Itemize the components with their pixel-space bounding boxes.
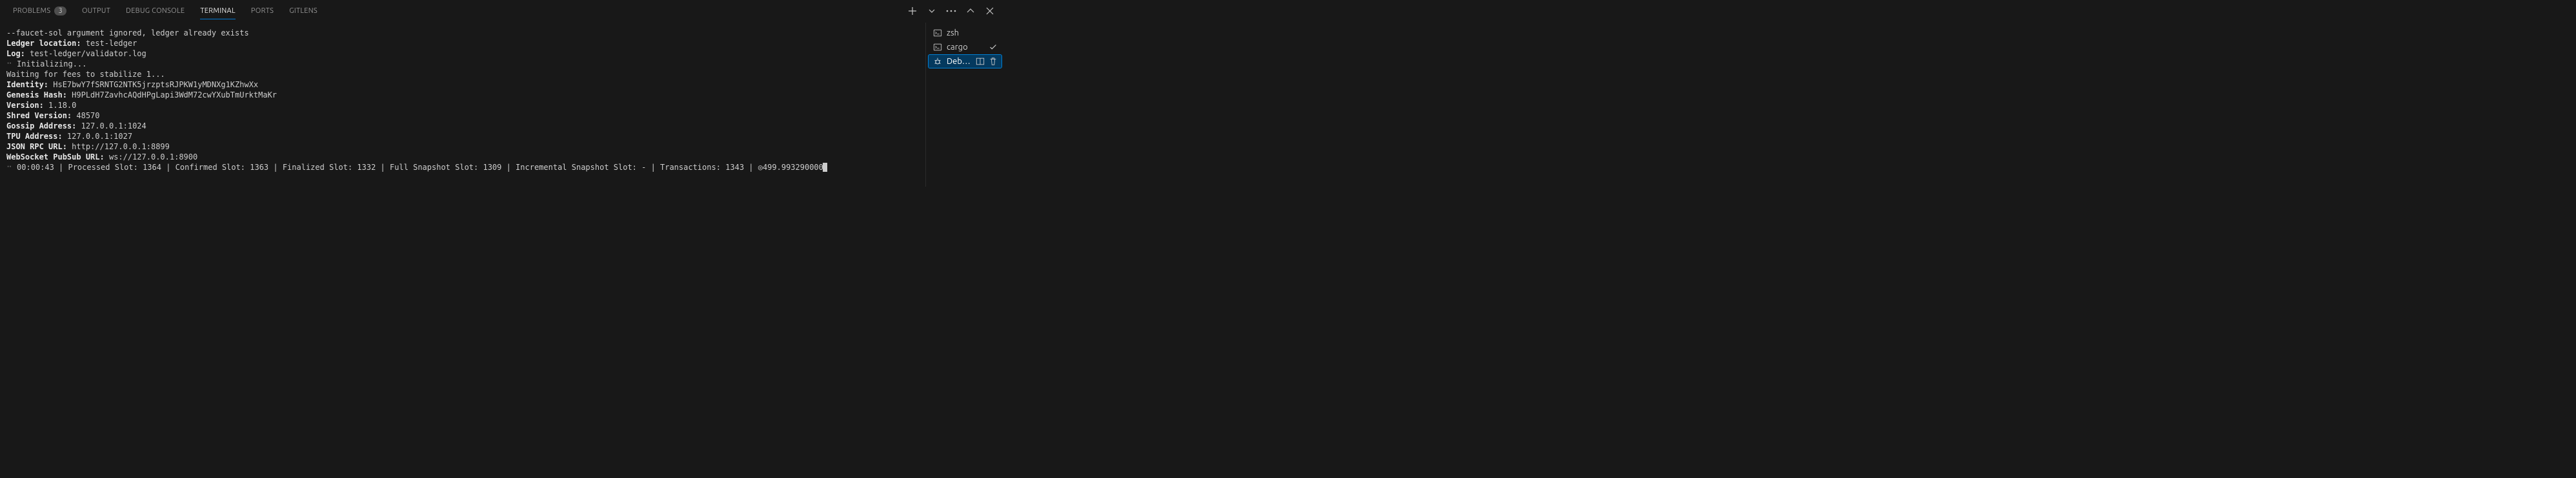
- terminal-line: 00:00:43 | Processed Slot: 1364 | Confir…: [17, 163, 823, 172]
- terminal-line: --faucet-sol argument ignored, ledger al…: [6, 28, 249, 37]
- terminal-list-item-debug[interactable]: Deb…: [929, 55, 1001, 68]
- terminal-output[interactable]: --faucet-sol argument ignored, ledger al…: [0, 23, 925, 187]
- terminal-label: Log:: [6, 49, 25, 58]
- terminal-label: Version:: [6, 101, 44, 110]
- spinner-icon: ⠒: [6, 59, 17, 68]
- terminal-label: Shred Version:: [6, 111, 72, 120]
- terminal-label: Ledger location:: [6, 39, 81, 48]
- more-actions-icon[interactable]: [946, 6, 956, 16]
- terminal-label: Gossip Address:: [6, 121, 76, 130]
- terminal-value: 1.18.0: [44, 101, 77, 110]
- panel-header-actions: [907, 6, 999, 16]
- debug-icon: [932, 56, 943, 67]
- terminal-icon: [932, 28, 943, 38]
- tab-output-label: Output: [82, 7, 110, 15]
- split-terminal-icon[interactable]: [976, 57, 985, 66]
- tab-debug-console[interactable]: Debug Console: [118, 3, 192, 19]
- terminal-list-label: cargo: [947, 43, 968, 52]
- check-icon: [989, 43, 998, 52]
- terminal-list-label: Deb…: [947, 57, 971, 66]
- terminal-sidebar: zsh cargo Deb…: [925, 23, 1004, 187]
- new-terminal-button[interactable]: [907, 6, 918, 16]
- terminal-list-item-zsh[interactable]: zsh: [929, 26, 1001, 39]
- terminal-value: test-ledger: [81, 39, 137, 48]
- panel-header: Problems 3 Output Debug Console Terminal…: [0, 0, 1004, 23]
- trash-icon[interactable]: [989, 57, 998, 66]
- terminal-value: test-ledger/validator.log: [25, 49, 146, 58]
- tab-problems[interactable]: Problems 3: [5, 3, 74, 20]
- tab-terminal-label: Terminal: [200, 7, 236, 15]
- terminal-list-label: zsh: [947, 28, 959, 37]
- maximize-panel-icon[interactable]: [965, 6, 976, 16]
- terminal-label: WebSocket PubSub URL:: [6, 152, 105, 161]
- cursor-icon: [823, 163, 827, 172]
- terminal-list-item-cargo[interactable]: cargo: [929, 41, 1001, 54]
- terminal-dropdown-icon[interactable]: [927, 6, 937, 16]
- terminal-value: 127.0.0.1:1027: [63, 132, 132, 141]
- tab-ports[interactable]: Ports: [243, 3, 281, 19]
- tab-ports-label: Ports: [251, 7, 274, 15]
- tab-output[interactable]: Output: [74, 3, 118, 19]
- tab-terminal[interactable]: Terminal: [192, 3, 243, 19]
- terminal-value: http://127.0.0.1:8899: [67, 142, 170, 151]
- terminal-label: TPU Address:: [6, 132, 63, 141]
- tab-gitlens-label: GitLens: [289, 7, 317, 15]
- terminal-value: ws://127.0.0.1:8900: [105, 152, 198, 161]
- tab-problems-badge: 3: [54, 6, 66, 16]
- terminal-value: HsE7bwY7fSRNTG2NTK5jrzptsRJPKW1yMDNXg1KZ…: [48, 80, 258, 89]
- terminal-line: Initializing...: [17, 59, 86, 68]
- terminal-icon: [932, 42, 943, 52]
- spinner-icon: ⠒: [6, 163, 17, 172]
- close-panel-icon[interactable]: [985, 6, 995, 16]
- terminal-value: 127.0.0.1:1024: [76, 121, 146, 130]
- tab-problems-label: Problems: [13, 7, 50, 15]
- terminal-value: H9PLdH7ZavhcAQdHPgLapi3WdM72cwYXubTmUrkt…: [67, 90, 277, 99]
- terminal-label: Genesis Hash:: [6, 90, 67, 99]
- tab-debug-console-label: Debug Console: [126, 7, 185, 15]
- panel-body: --faucet-sol argument ignored, ledger al…: [0, 23, 1004, 187]
- terminal-label: Identity:: [6, 80, 48, 89]
- terminal-value: 48570: [72, 111, 99, 120]
- terminal-label: JSON RPC URL:: [6, 142, 67, 151]
- panel-tabs: Problems 3 Output Debug Console Terminal…: [5, 3, 907, 20]
- terminal-line: Waiting for fees to stabilize 1...: [6, 70, 165, 79]
- tab-gitlens[interactable]: GitLens: [281, 3, 325, 19]
